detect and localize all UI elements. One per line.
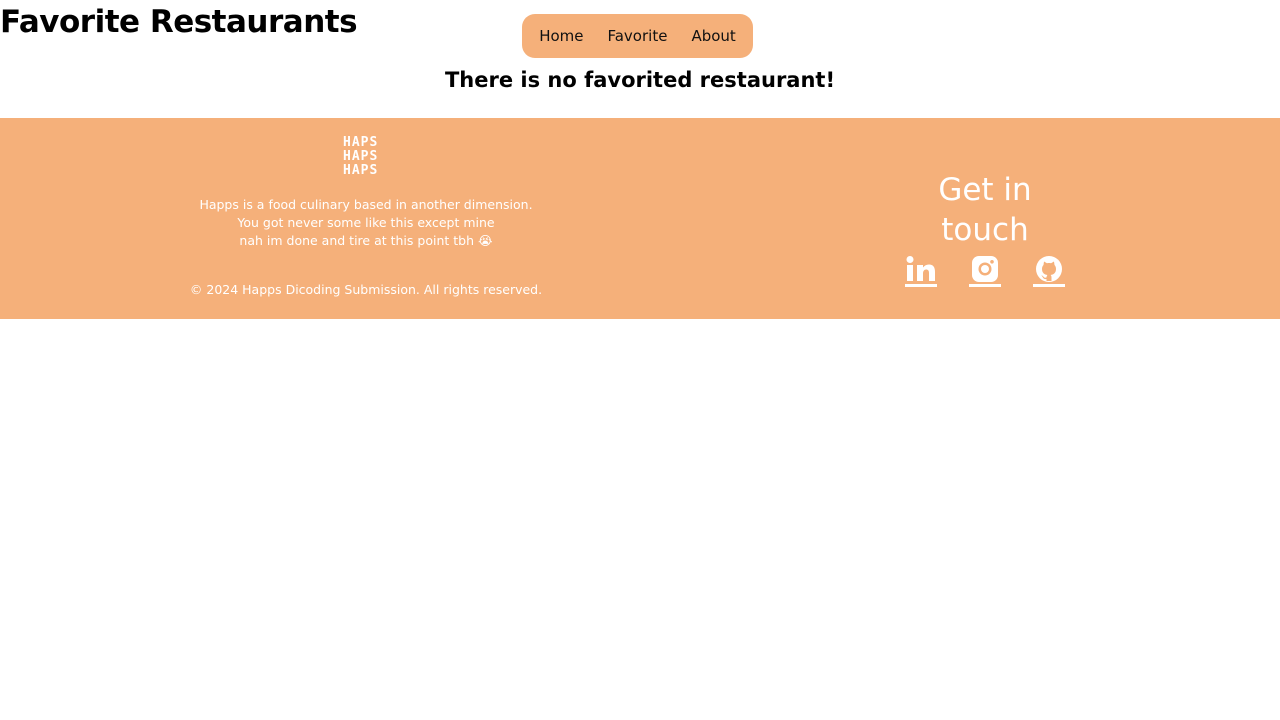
footer-description: Happs is a food culinary based in anothe…: [166, 196, 566, 250]
github-link[interactable]: [1033, 254, 1065, 287]
footer-contact-section: Get in touch: [890, 170, 1080, 287]
copyright-text: © 2024 Happs Dicoding Submission. All ri…: [189, 282, 543, 297]
logo-line: HAPS: [343, 163, 379, 178]
page-title: Favorite Restaurants: [0, 4, 358, 40]
nav-home-link[interactable]: Home: [539, 27, 583, 45]
logo-line: HAPS: [343, 149, 379, 164]
nav-about-link[interactable]: About: [691, 27, 735, 45]
instagram-link[interactable]: [969, 254, 1001, 287]
happs-logo: HAPS HAPS HAPS: [343, 136, 389, 182]
footer-description-line: nah im done and tire at this point tbh 😭: [239, 233, 493, 248]
linkedin-link[interactable]: [905, 254, 937, 287]
contact-title: Get in touch: [938, 172, 1032, 248]
site-footer: HAPS HAPS HAPS Happs is a food culinary …: [0, 118, 1280, 319]
logo-line: HAPS: [343, 136, 379, 150]
instagram-icon: [972, 256, 998, 282]
github-icon: [1036, 256, 1062, 282]
nav-favorite-link[interactable]: Favorite: [607, 27, 667, 45]
footer-description-line: You got never some like this except mine: [237, 215, 495, 230]
main-nav: Home Favorite About: [522, 14, 753, 58]
linkedin-icon: [906, 256, 935, 281]
footer-description-line: Happs is a food culinary based in anothe…: [199, 197, 533, 212]
social-links: [890, 254, 1080, 287]
empty-favorites-message: There is no favorited restaurant!: [444, 68, 836, 92]
footer-about-section: HAPS HAPS HAPS Happs is a food culinary …: [166, 118, 566, 319]
